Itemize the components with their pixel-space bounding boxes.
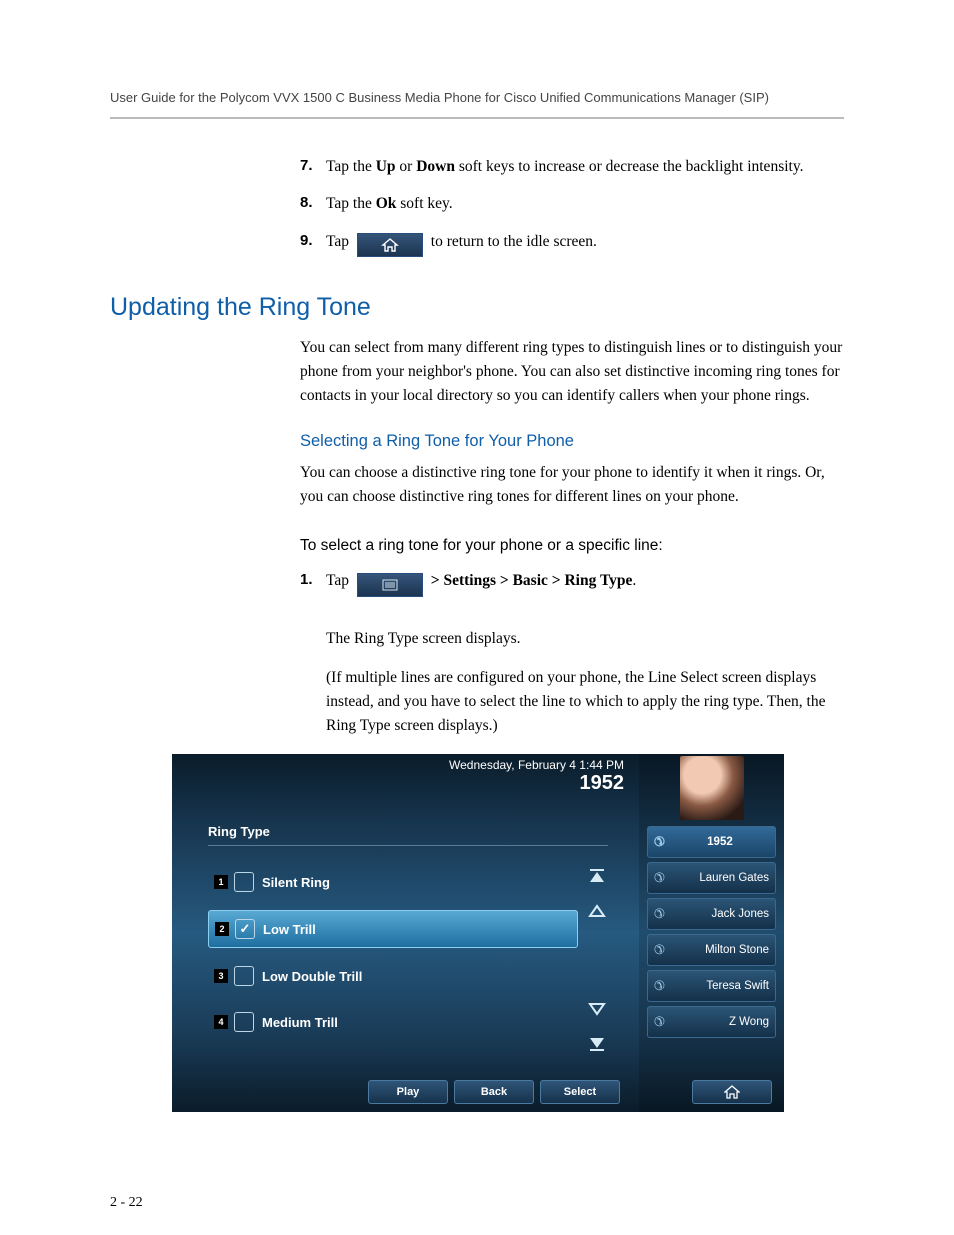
contact-name: Lauren Gates xyxy=(671,872,769,884)
ring-type-list: 1 Silent Ring 2 ✓ Low Trill 3 Low Double Trill… xyxy=(208,864,578,1050)
ring-option-number: 3 xyxy=(214,969,228,983)
softkey-play[interactable]: Play xyxy=(368,1080,448,1104)
proc-step-1: 1. Tap > Settings > Basic > Ring Type. xyxy=(300,569,844,597)
contact-name: Milton Stone xyxy=(671,944,769,956)
contact-avatar xyxy=(680,756,744,820)
page-number: 2 - 22 xyxy=(110,1195,143,1211)
doc-header: User Guide for the Polycom VVX 1500 C Bu… xyxy=(110,90,844,119)
contact-name: Z Wong xyxy=(671,1016,769,1028)
ring-option[interactable]: 3 Low Double Trill xyxy=(208,958,578,994)
step-7: 7. Tap the Up or Down soft keys to incre… xyxy=(300,155,844,178)
contact-button[interactable]: ✆ Jack Jones xyxy=(647,898,776,930)
scroll-up-icon[interactable] xyxy=(584,898,610,924)
menu-icon-button xyxy=(357,573,423,597)
phone-icon: ✆ xyxy=(654,870,665,886)
ring-option-number: 1 xyxy=(214,875,228,889)
scroll-bottom-icon[interactable] xyxy=(584,1030,610,1056)
phone-icon: ✆ xyxy=(654,1014,665,1030)
contact-name: Jack Jones xyxy=(671,908,769,920)
procedure-steps: 1. Tap > Settings > Basic > Ring Type. xyxy=(300,569,844,597)
contact-button[interactable]: ✆ Milton Stone xyxy=(647,934,776,966)
home-softkey[interactable] xyxy=(692,1080,772,1104)
contact-button[interactable]: ✆ Z Wong xyxy=(647,1006,776,1038)
ring-option[interactable]: 2 ✓ Low Trill xyxy=(208,910,578,948)
extension-badge[interactable]: ✆1952 xyxy=(647,826,776,858)
ring-option-number: 2 xyxy=(215,922,229,936)
contact-sidebar: ✆1952✆Lauren Gates✆Jack Jones✆Milton Sto… xyxy=(639,754,784,1112)
phone-screenshot: Wednesday, February 4 1:44 PM 1952 Ring … xyxy=(172,754,784,1112)
scroll-controls xyxy=(584,864,610,1056)
contact-button[interactable]: ✆ Lauren Gates xyxy=(647,862,776,894)
step-list: 7. Tap the Up or Down soft keys to incre… xyxy=(300,155,844,257)
phone-icon: ✆ xyxy=(654,906,665,922)
proc-note-2: (If multiple lines are configured on you… xyxy=(326,666,844,738)
softkey-back[interactable]: Back xyxy=(454,1080,534,1104)
ring-option-checkbox[interactable] xyxy=(234,966,254,986)
ring-option-label: Medium Trill xyxy=(262,1015,338,1030)
procedure-heading: To select a ring tone for your phone or … xyxy=(300,537,844,555)
step-8: 8. Tap the Ok soft key. xyxy=(300,192,844,215)
subsection-heading: Selecting a Ring Tone for Your Phone xyxy=(300,432,844,451)
ring-option-checkbox[interactable] xyxy=(234,1012,254,1032)
scroll-down-icon[interactable] xyxy=(584,996,610,1022)
status-extension: 1952 xyxy=(449,772,624,795)
ring-option-checkbox[interactable] xyxy=(234,872,254,892)
phone-icon: ✆ xyxy=(654,834,665,850)
ring-option[interactable]: 1 Silent Ring xyxy=(208,864,578,900)
status-bar: Wednesday, February 4 1:44 PM 1952 xyxy=(449,758,624,795)
status-date: Wednesday, February 4 1:44 PM xyxy=(449,758,624,772)
ring-option-label: Low Trill xyxy=(263,922,316,937)
section-heading: Updating the Ring Tone xyxy=(110,293,844,322)
phone-icon: ✆ xyxy=(654,978,665,994)
contact-button[interactable]: ✆ Teresa Swift xyxy=(647,970,776,1002)
contact-name: Teresa Swift xyxy=(671,980,769,992)
ring-option-number: 4 xyxy=(214,1015,228,1029)
scroll-top-icon[interactable] xyxy=(584,864,610,890)
section-intro: You can select from many different ring … xyxy=(300,336,844,408)
phone-icon: ✆ xyxy=(654,942,665,958)
ring-option-label: Low Double Trill xyxy=(262,969,362,984)
home-icon-button xyxy=(357,233,423,257)
ring-option-checkbox[interactable]: ✓ xyxy=(235,919,255,939)
softkey-select[interactable]: Select xyxy=(540,1080,620,1104)
proc-note-1: The Ring Type screen displays. xyxy=(326,627,844,651)
subsection-para: You can choose a distinctive ring tone f… xyxy=(300,461,844,509)
ring-option[interactable]: 4 Medium Trill xyxy=(208,1004,578,1040)
ring-option-label: Silent Ring xyxy=(262,875,330,890)
ring-type-title: Ring Type xyxy=(208,824,608,846)
step-9: 9. Tap to return to the idle screen. xyxy=(300,230,844,257)
